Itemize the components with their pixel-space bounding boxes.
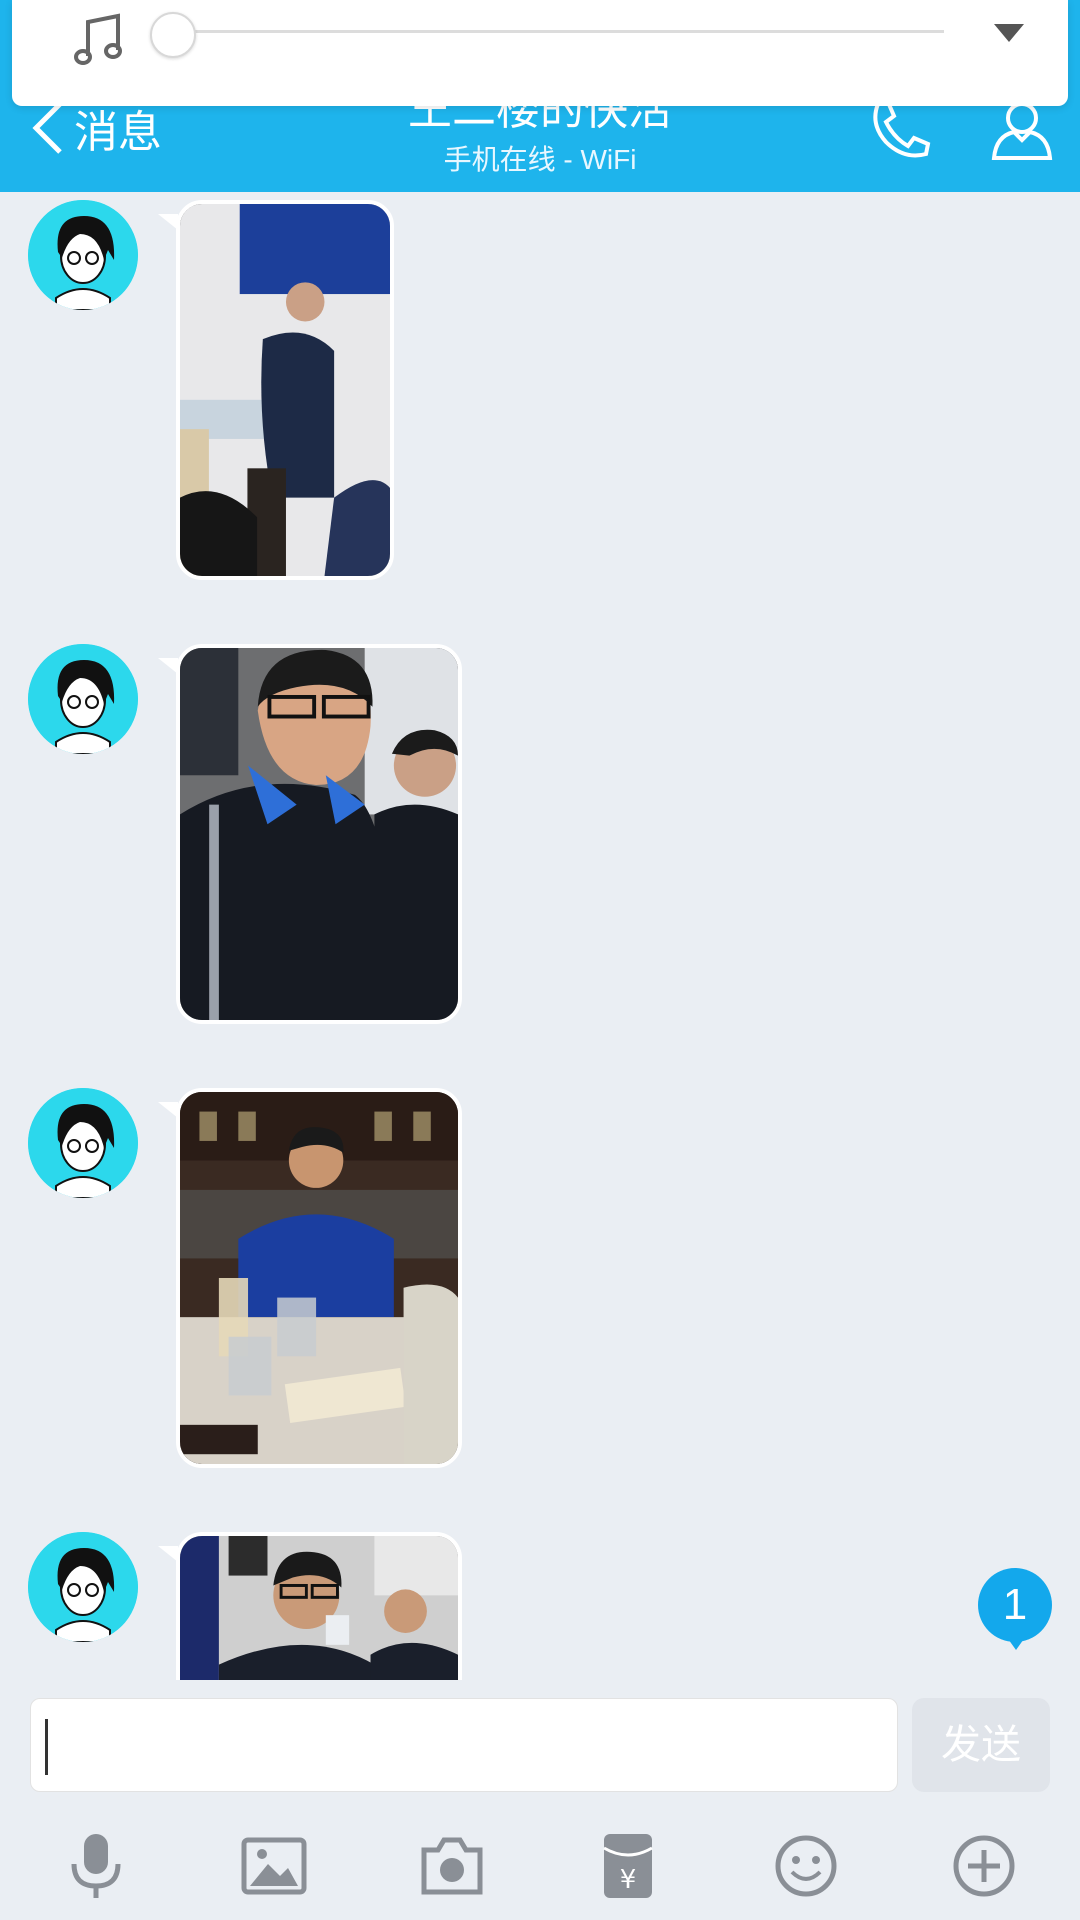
message-item <box>0 1088 1080 1468</box>
bubble-tail <box>158 1546 178 1562</box>
input-bar: 发送 <box>0 1680 1080 1800</box>
avatar[interactable] <box>28 644 138 754</box>
emoji-icon[interactable] <box>772 1832 840 1900</box>
image-message[interactable] <box>176 1088 462 1468</box>
camera-icon[interactable] <box>418 1832 486 1900</box>
person-profile-icon[interactable] <box>986 98 1058 162</box>
message-input[interactable] <box>30 1698 898 1792</box>
red-packet-icon[interactable]: ¥ <box>594 1832 662 1900</box>
image-message[interactable] <box>176 644 462 1024</box>
send-button[interactable]: 发送 <box>912 1698 1050 1792</box>
plus-icon[interactable] <box>950 1832 1018 1900</box>
microphone-icon[interactable] <box>62 1832 130 1900</box>
message-item <box>0 200 1080 580</box>
svg-text:¥: ¥ <box>620 1865 637 1895</box>
music-progress-knob[interactable] <box>150 12 196 58</box>
avatar[interactable] <box>28 1088 138 1198</box>
music-player-popup <box>12 0 1068 106</box>
text-cursor <box>45 1719 48 1775</box>
phone-call-icon[interactable] <box>864 98 936 162</box>
bubble-tail <box>158 1102 178 1118</box>
bubble-tail <box>158 658 178 674</box>
chat-toolbar: ¥ <box>0 1800 1080 1920</box>
music-progress-track[interactable] <box>158 30 944 33</box>
image-message[interactable] <box>176 200 394 580</box>
chevron-down-icon[interactable] <box>992 22 1026 44</box>
message-item <box>0 1532 1080 1680</box>
avatar[interactable] <box>28 200 138 310</box>
music-note-icon <box>74 13 122 65</box>
image-icon[interactable] <box>240 1832 308 1900</box>
avatar[interactable] <box>28 1532 138 1642</box>
bubble-tail <box>158 214 178 230</box>
unread-count-badge[interactable]: 1 <box>978 1568 1052 1642</box>
image-message[interactable] <box>176 1532 462 1680</box>
message-item <box>0 644 1080 1024</box>
